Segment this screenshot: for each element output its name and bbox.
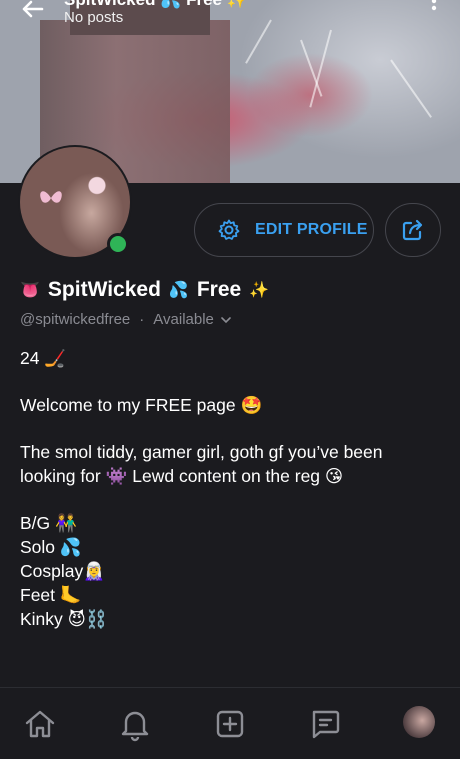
cover-spark [390,59,432,118]
handle-row: @spitwickedfree · Available [20,311,231,328]
bell-icon[interactable] [117,706,153,742]
share-icon [402,219,423,241]
bio-line: The smol tiddy, gamer girl, goth gf you’… [20,442,383,486]
bio-list-item: B/G 👫 [20,513,77,533]
sparkles-emoji: ✨ [249,282,270,299]
tongue-emoji: 👅 [20,282,40,299]
profile-handle: @spitwickedfree [20,311,131,328]
profile-name-row: 👅 SpitWicked 💦 Free ✨ [20,278,269,302]
droplets-emoji: 💦 [168,282,189,299]
profile-display-name: SpitWicked [47,278,161,301]
edit-profile-button[interactable]: EDIT PROFILE [194,203,374,257]
gear-icon [218,219,240,240]
butterfly-icon [40,191,62,203]
profile-avatar[interactable] [403,706,435,738]
edit-profile-label: EDIT PROFILE [255,221,368,238]
plus-square-icon[interactable] [212,706,248,742]
share-button[interactable] [385,203,441,257]
bio-list-item: Kinky 😈⛓️ [20,609,108,629]
message-icon[interactable] [307,706,343,742]
availability-dropdown[interactable]: Available [153,311,231,328]
bio-list-item: Feet 🦶 [20,585,82,605]
header-subtitle: No posts [64,9,124,26]
bio-list-item: Solo 💦 [20,537,82,557]
bio-list-item: Cosplay🧝‍♀️ [20,561,106,581]
profile-name-suffix: Free [196,278,242,301]
bottom-nav [0,687,460,759]
availability-label: Available [153,311,214,328]
more-options-icon[interactable] [428,0,440,18]
bio-line: Welcome to my FREE page 🤩 [20,395,263,415]
bio-line: 24 🏒 [20,348,67,368]
top-bar: SpitWicked 💦 Free ✨ No posts [0,0,460,34]
home-icon[interactable] [22,706,58,742]
back-arrow-icon[interactable] [18,0,48,24]
separator-dot: · [139,311,145,328]
online-status-dot [107,233,129,255]
chevron-down-icon [221,316,231,323]
profile-bio: 24 🏒 Welcome to my FREE page 🤩 The smol … [20,346,440,631]
